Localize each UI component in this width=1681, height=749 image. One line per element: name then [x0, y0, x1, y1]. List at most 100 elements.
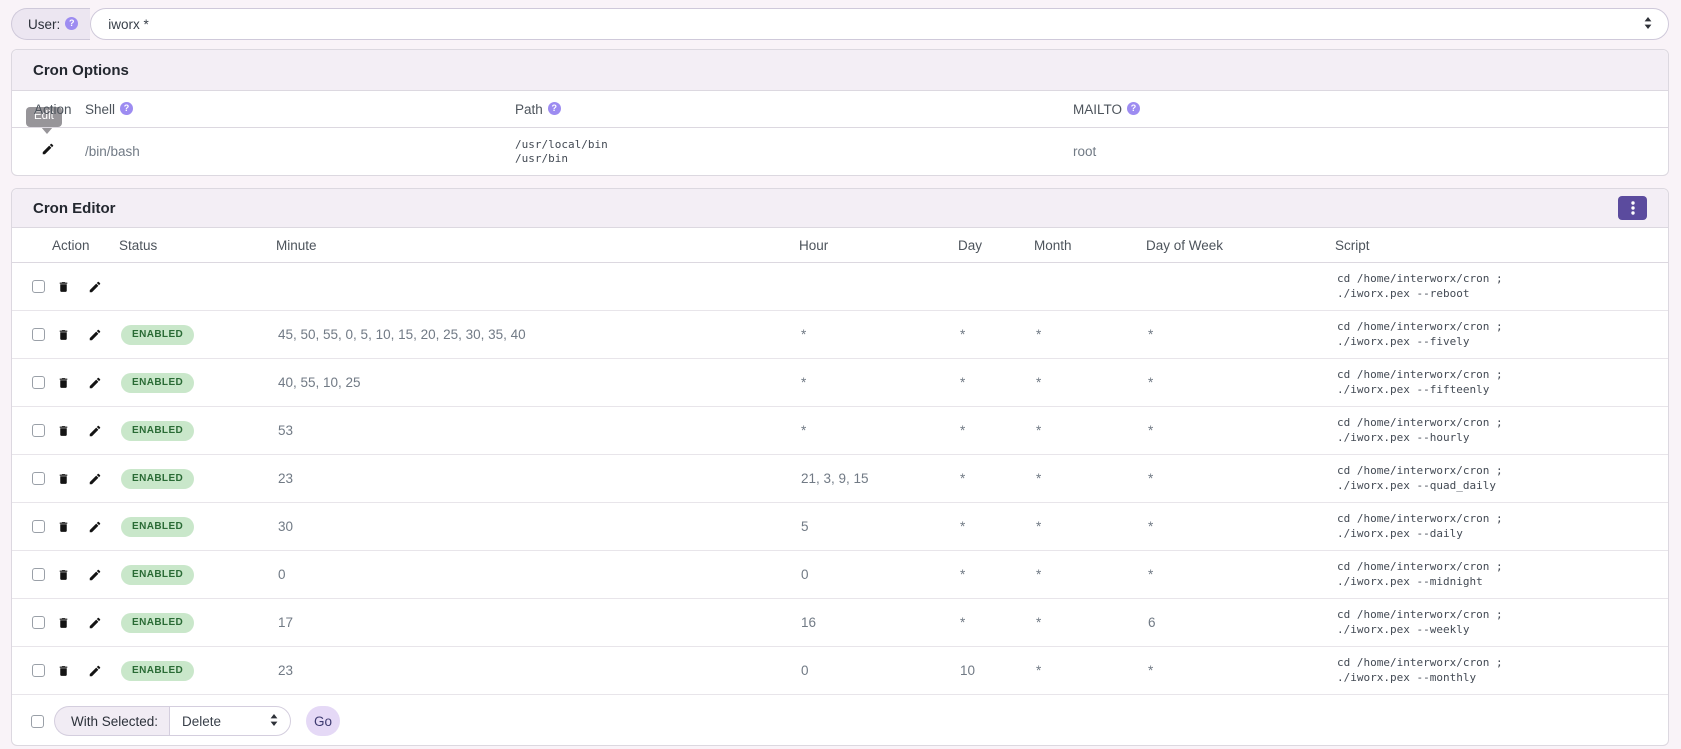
edit-icon[interactable] — [88, 424, 102, 438]
mailto-help-icon[interactable]: ? — [1127, 102, 1140, 115]
row-checkbox[interactable] — [32, 520, 45, 533]
trash-icon[interactable] — [57, 424, 70, 438]
month-cell: * — [1034, 327, 1146, 342]
month-cell: * — [1034, 423, 1146, 438]
script-cell: cd /home/interworx/cron ;./iworx.pex --f… — [1335, 368, 1668, 397]
script-cell: cd /home/interworx/cron ;./iworx.pex --h… — [1335, 416, 1668, 445]
cron-options-title: Cron Options — [33, 62, 129, 79]
edit-icon[interactable] — [88, 280, 102, 294]
month-cell: * — [1034, 519, 1146, 534]
row-checkbox[interactable] — [32, 280, 45, 293]
script-cell: cd /home/interworx/cron ;./iworx.pex --m… — [1335, 656, 1668, 685]
shell-value: /bin/bash — [85, 144, 515, 159]
action-cell — [52, 280, 119, 294]
trash-icon[interactable] — [57, 376, 70, 390]
row-checkbox[interactable] — [32, 328, 45, 341]
row-checkbox[interactable] — [32, 424, 45, 437]
kebab-icon — [1626, 200, 1640, 216]
status-cell: ENABLED — [119, 421, 276, 441]
status-cell: ENABLED — [119, 325, 276, 345]
with-selected-label: With Selected: — [54, 706, 169, 736]
dow-cell: * — [1146, 567, 1335, 582]
status-cell: ENABLED — [119, 517, 276, 537]
cron-rows: cd /home/interworx/cron ;./iworx.pex --r… — [12, 263, 1668, 695]
dow-cell: * — [1146, 663, 1335, 678]
cron-editor-panel: Cron Editor Action Status Minute Hour Da… — [11, 188, 1669, 746]
hour-cell: 5 — [799, 519, 958, 534]
month-cell: * — [1034, 375, 1146, 390]
col-path-label: Path — [515, 102, 543, 117]
cron-editor-title: Cron Editor — [33, 200, 116, 217]
edit-icon[interactable] — [88, 520, 102, 534]
action-cell — [52, 664, 119, 678]
hour-cell: * — [799, 327, 958, 342]
action-cell — [52, 376, 119, 390]
status-cell: ENABLED — [119, 613, 276, 633]
edit-icon[interactable] — [88, 616, 102, 630]
minute-cell: 30 — [276, 519, 799, 534]
script-cell: cd /home/interworx/cron ;./iworx.pex --f… — [1335, 320, 1668, 349]
cron-row: ENABLED 17 16 * * 6 cd /home/interworx/c… — [12, 599, 1668, 647]
user-select[interactable]: iworx * — [90, 8, 1669, 40]
trash-icon[interactable] — [57, 568, 70, 582]
trash-icon[interactable] — [57, 616, 70, 630]
day-cell: 10 — [958, 663, 1034, 678]
hour-cell: 16 — [799, 615, 958, 630]
script-cell: cd /home/interworx/cron ;./iworx.pex --r… — [1335, 272, 1668, 301]
row-checkbox[interactable] — [32, 568, 45, 581]
edit-icon[interactable] — [88, 376, 102, 390]
trash-icon[interactable] — [57, 328, 70, 342]
path-help-icon[interactable]: ? — [548, 102, 561, 115]
row-checkbox[interactable] — [32, 472, 45, 485]
path-line-2: /usr/bin — [515, 152, 1073, 166]
script-cell: cd /home/interworx/cron ;./iworx.pex --q… — [1335, 464, 1668, 493]
row-checkbox[interactable] — [32, 376, 45, 389]
edit-options-icon[interactable] — [41, 142, 55, 156]
user-bar: User:? iworx * — [11, 8, 1669, 40]
action-cell — [52, 472, 119, 486]
cron-row: cd /home/interworx/cron ;./iworx.pex --r… — [12, 263, 1668, 311]
col-minute: Minute — [276, 238, 799, 253]
row-checkbox[interactable] — [32, 616, 45, 629]
bulk-action-value: Delete — [182, 714, 221, 729]
cron-options-header: Cron Options — [12, 50, 1668, 91]
checkbox-cell — [12, 568, 52, 581]
day-cell: * — [958, 519, 1034, 534]
user-help-icon[interactable]: ? — [65, 17, 78, 30]
minute-cell: 45, 50, 55, 0, 5, 10, 15, 20, 25, 30, 35… — [276, 327, 799, 342]
select-stepper-icon — [268, 713, 280, 730]
trash-icon[interactable] — [57, 520, 70, 534]
status-cell: ENABLED — [119, 373, 276, 393]
select-stepper-icon — [1642, 16, 1654, 33]
checkbox-cell — [12, 664, 52, 677]
col-action: Action — [52, 238, 119, 253]
col-script: Script — [1335, 238, 1668, 253]
trash-icon[interactable] — [57, 472, 70, 486]
shell-help-icon[interactable]: ? — [120, 102, 133, 115]
minute-cell: 17 — [276, 615, 799, 630]
table-footer: With Selected: Delete Go — [12, 695, 1668, 747]
hour-cell: 0 — [799, 567, 958, 582]
checkbox-cell — [12, 280, 52, 293]
checkbox-cell — [12, 424, 52, 437]
edit-icon[interactable] — [88, 328, 102, 342]
trash-icon[interactable] — [57, 664, 70, 678]
status-badge: ENABLED — [121, 613, 194, 633]
cron-row: ENABLED 45, 50, 55, 0, 5, 10, 15, 20, 25… — [12, 311, 1668, 359]
user-select-value: iworx * — [108, 17, 149, 32]
action-cell — [52, 520, 119, 534]
select-all-checkbox[interactable] — [31, 715, 44, 728]
action-cell — [52, 328, 119, 342]
edit-icon[interactable] — [88, 472, 102, 486]
minute-cell: 23 — [276, 471, 799, 486]
go-button[interactable]: Go — [306, 706, 340, 736]
bulk-action-select[interactable]: Delete — [169, 706, 291, 736]
col-month: Month — [1034, 238, 1146, 253]
panel-menu-button[interactable] — [1618, 196, 1647, 220]
trash-icon[interactable] — [57, 280, 70, 294]
action-cell — [52, 424, 119, 438]
row-checkbox[interactable] — [32, 664, 45, 677]
edit-icon[interactable] — [88, 568, 102, 582]
status-cell: ENABLED — [119, 469, 276, 489]
edit-icon[interactable] — [88, 664, 102, 678]
